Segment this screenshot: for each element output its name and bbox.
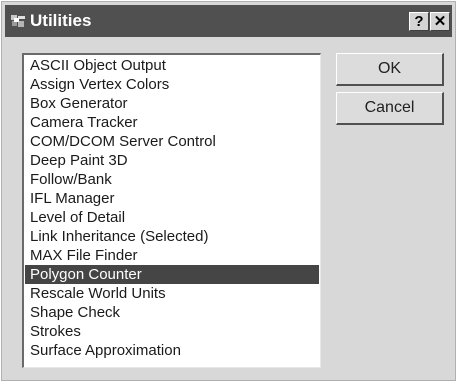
title-bar[interactable]: Utilities ? ✕ <box>5 5 452 37</box>
list-item[interactable]: Camera Tracker <box>25 113 319 132</box>
ok-button[interactable]: OK <box>336 53 444 86</box>
list-item[interactable]: Assign Vertex Colors <box>25 75 319 94</box>
list-item[interactable]: IFL Manager <box>25 189 319 208</box>
close-icon: ✕ <box>433 13 447 30</box>
close-button[interactable]: ✕ <box>430 12 450 31</box>
list-item[interactable]: COM/DCOM Server Control <box>25 132 319 151</box>
list-item[interactable]: ASCII Object Output <box>25 56 319 75</box>
list-item[interactable]: Shape Check <box>25 303 319 322</box>
utilities-listbox[interactable]: ASCII Object Output Assign Vertex Colors B… <box>22 53 321 368</box>
list-item[interactable]: Box Generator <box>25 94 319 113</box>
help-button[interactable]: ? <box>409 12 429 31</box>
list-item[interactable]: Follow/Bank <box>25 170 319 189</box>
cancel-button[interactable]: Cancel <box>336 92 444 125</box>
list-item[interactable]: Deep Paint 3D <box>25 151 319 170</box>
list-item[interactable]: Rescale World Units <box>25 284 319 303</box>
window-title: Utilities <box>30 11 92 30</box>
list-item[interactable]: Strokes <box>25 322 319 341</box>
list-item[interactable]: Link Inheritance (Selected) <box>25 227 319 246</box>
utilities-dialog: Utilities ? ✕ ASCII Object Output Assign … <box>1 1 456 381</box>
list-item[interactable]: MAX File Finder <box>25 246 319 265</box>
help-icon: ? <box>414 13 424 30</box>
list-item[interactable]: Polygon Counter <box>25 265 319 284</box>
list-item[interactable]: Level of Detail <box>25 208 319 227</box>
utilities-icon <box>11 15 25 27</box>
list-item[interactable]: Surface Approximation <box>25 341 319 360</box>
